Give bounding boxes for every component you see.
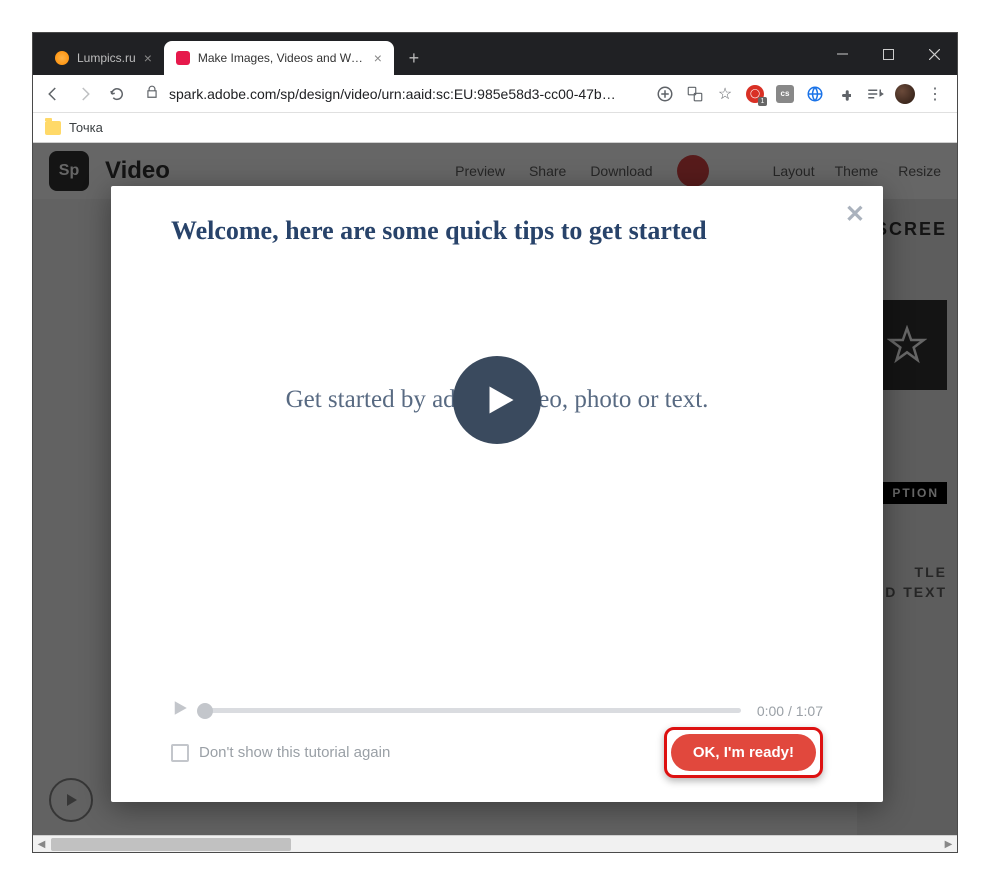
dont-show-row: Don't show this tutorial again (171, 744, 390, 762)
titlebar: Lumpics.ru × Make Images, Videos and Web… (33, 33, 957, 75)
minimize-button[interactable] (819, 33, 865, 75)
globe-icon[interactable] (805, 84, 825, 104)
reload-button[interactable] (105, 82, 129, 106)
dont-show-checkbox[interactable] (171, 744, 189, 762)
close-icon[interactable]: ✕ (845, 200, 865, 229)
tab-title: Make Images, Videos and Web S (198, 51, 366, 65)
page-content: Sp Video Preview Share Download Layout T… (33, 143, 957, 852)
close-icon[interactable]: × (374, 50, 382, 66)
tab-lumpics[interactable]: Lumpics.ru × (43, 41, 164, 75)
favicon-icon (176, 51, 190, 65)
forward-button[interactable] (73, 82, 97, 106)
horizontal-scrollbar[interactable]: ◀ ▶ (33, 835, 957, 852)
menu-button[interactable]: ⋮ (925, 84, 945, 104)
tab-spark[interactable]: Make Images, Videos and Web S × (164, 41, 394, 75)
bookmarks-bar: Точка (33, 113, 957, 143)
favicon-icon (55, 51, 69, 65)
profile-avatar[interactable] (895, 84, 915, 104)
video-play-button[interactable] (171, 699, 189, 722)
new-tab-button[interactable]: + (400, 44, 428, 72)
browser-window: Lumpics.ru × Make Images, Videos and Web… (32, 32, 958, 853)
star-icon[interactable]: ☆ (715, 84, 735, 104)
modal-footer: Don't show this tutorial again OK, I'm r… (171, 727, 823, 778)
media-icon[interactable] (865, 84, 885, 104)
scroll-right-icon[interactable]: ▶ (940, 836, 957, 852)
back-button[interactable] (41, 82, 65, 106)
modal-center: Get started by adding video, photo or te… (171, 386, 823, 414)
scroll-left-icon[interactable]: ◀ (33, 836, 50, 852)
play-icon (482, 382, 518, 418)
dont-show-label: Don't show this tutorial again (199, 744, 390, 761)
address-bar[interactable]: spark.adobe.com/sp/design/video/urn:aaid… (137, 85, 647, 102)
extensions-icon[interactable] (835, 84, 855, 104)
video-time: 0:00 / 1:07 (757, 703, 823, 719)
extension-cs[interactable]: cs (775, 84, 795, 104)
close-button[interactable] (911, 33, 957, 75)
welcome-modal: ✕ Welcome, here are some quick tips to g… (111, 186, 883, 802)
close-icon[interactable]: × (144, 50, 152, 66)
modal-title: Welcome, here are some quick tips to get… (171, 216, 823, 246)
plus-circle-icon[interactable] (655, 84, 675, 104)
lock-icon (145, 85, 159, 102)
bookmark-item[interactable]: Точка (69, 120, 103, 135)
window-controls (819, 33, 957, 75)
browser-toolbar: spark.adobe.com/sp/design/video/urn:aaid… (33, 75, 957, 113)
url-text: spark.adobe.com/sp/design/video/urn:aaid… (169, 86, 616, 102)
translate-icon[interactable] (685, 84, 705, 104)
scrollbar-thumb[interactable] (51, 838, 291, 851)
maximize-button[interactable] (865, 33, 911, 75)
scrubber-thumb[interactable] (197, 703, 213, 719)
folder-icon (45, 121, 61, 135)
video-scrubber[interactable] (205, 708, 741, 713)
ready-button[interactable]: OK, I'm ready! (671, 734, 816, 771)
ready-button-highlight: OK, I'm ready! (664, 727, 823, 778)
play-button[interactable] (453, 356, 541, 444)
video-controls: 0:00 / 1:07 (171, 699, 823, 722)
tab-strip: Lumpics.ru × Make Images, Videos and Web… (33, 33, 819, 75)
extension-adblock[interactable]: ◯ (745, 84, 765, 104)
toolbar-icons: ☆ ◯ cs ⋮ (655, 84, 949, 104)
tab-title: Lumpics.ru (77, 51, 136, 65)
